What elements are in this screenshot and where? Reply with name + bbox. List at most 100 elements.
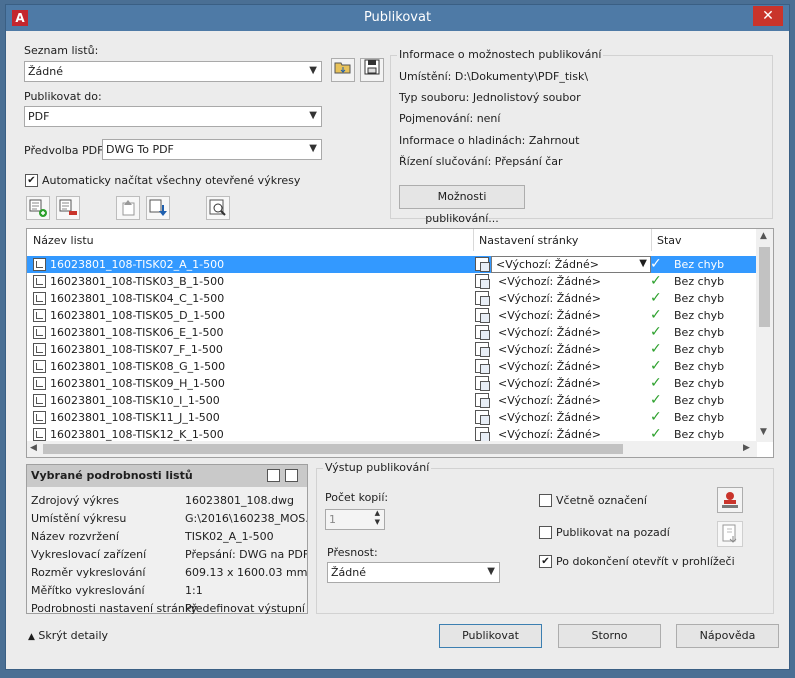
- sheet-name: 16023801_108-TISK11_J_1-500: [50, 411, 220, 424]
- move-sheet-up-button[interactable]: [116, 196, 140, 220]
- close-button[interactable]: ✕: [753, 6, 783, 26]
- page-setup-icon: [475, 291, 490, 306]
- scroll-right-icon[interactable]: ▶: [743, 443, 750, 453]
- detail-value: 16023801_108.dwg: [185, 494, 294, 507]
- column-divider[interactable]: [651, 229, 652, 251]
- column-header-page-setup[interactable]: Nastavení stránky: [479, 234, 578, 247]
- info-layer-info: Informace o hladinách: Zahrnout: [399, 134, 580, 147]
- move-sheet-down-button[interactable]: [146, 196, 170, 220]
- page-setup-icon: [475, 342, 490, 357]
- open-folder-icon: [334, 62, 351, 74]
- sheet-name: 16023801_108-TISK06_E_1-500: [50, 326, 224, 339]
- include-stamp-checkbox[interactable]: [539, 494, 552, 507]
- copies-stepper[interactable]: 1 ▲ ▼: [325, 509, 385, 530]
- details-preview-icon[interactable]: [285, 469, 298, 482]
- publish-to-select[interactable]: PDF ▼: [24, 106, 322, 127]
- detail-key: Rozměr vykreslování: [31, 566, 146, 579]
- copies-label: Počet kopií:: [325, 491, 389, 504]
- sheet-icon: [33, 428, 46, 441]
- detail-value: Přepsání: DWG na PDF: [185, 548, 307, 561]
- precision-select[interactable]: Žádné ▼: [327, 562, 500, 583]
- column-header-status[interactable]: Stav: [657, 234, 682, 247]
- column-divider[interactable]: [473, 229, 474, 251]
- page-setup-value: <Výchozí: Žádné>: [498, 275, 601, 288]
- detail-key: Vykreslovací zařízení: [31, 548, 147, 561]
- vertical-scrollbar[interactable]: ▲ ▼: [756, 229, 773, 442]
- add-sheets-button[interactable]: [26, 196, 50, 220]
- page-setup-dropdown[interactable]: <Výchozí: Žádné> ▼: [491, 256, 651, 273]
- sheet-icon: [33, 258, 46, 271]
- sheet-status: Bez chyb: [674, 258, 725, 271]
- publish-info-title: Informace o možnostech publikování: [397, 48, 604, 61]
- scrollbar-thumb[interactable]: [43, 444, 623, 454]
- status-check-icon: ✓: [650, 273, 662, 289]
- status-check-icon: ✓: [650, 307, 662, 323]
- sheet-status: Bez chyb: [674, 428, 725, 441]
- sheet-name: 16023801_108-TISK10_I_1-500: [50, 394, 220, 407]
- detail-value: G:\2016\160238_MOS...: [185, 512, 307, 525]
- publish-button[interactable]: Publikovat: [439, 624, 542, 648]
- save-sheet-list-button[interactable]: [360, 58, 384, 82]
- info-file-type: Typ souboru: Jednolistový soubor: [399, 91, 581, 104]
- table-row[interactable]: 16023801_108-TISK04_C_1-500 <Výchozí: Žá…: [27, 290, 757, 307]
- page-setup-icon: [475, 359, 490, 374]
- load-sheet-list-button[interactable]: [331, 58, 355, 82]
- cancel-button[interactable]: Storno: [558, 624, 661, 648]
- auto-load-checkbox[interactable]: ✔: [25, 174, 38, 187]
- table-row[interactable]: 16023801_108-TISK07_F_1-500 <Výchozí: Žá…: [27, 341, 757, 358]
- background-publish-checkbox[interactable]: [539, 526, 552, 539]
- move-up-icon: [122, 200, 135, 216]
- page-setup-icon: [475, 427, 490, 442]
- stepper-down-icon[interactable]: ▼: [375, 518, 380, 526]
- publish-to-label: Publikovat do:: [24, 90, 102, 103]
- status-check-icon: ✓: [650, 375, 662, 391]
- table-row[interactable]: 16023801_108-TISK12_K_1-500 <Výchozí: Žá…: [27, 426, 757, 442]
- info-location: Umístění: D:\Dokumenty\PDF_tisk\: [399, 70, 589, 83]
- sheet-list-table[interactable]: Název listu Nastavení stránky Stav 16023…: [26, 228, 774, 458]
- move-down-icon: [149, 199, 167, 216]
- stepper-up-icon[interactable]: ▲: [375, 509, 380, 517]
- publish-output-title: Výstup publikování: [323, 461, 432, 474]
- hide-details-link[interactable]: ▲ Skrýt detaily: [28, 629, 108, 642]
- table-row[interactable]: 16023801_108-TISK03_B_1-500 <Výchozí: Žá…: [27, 273, 757, 290]
- sheet-icon: [33, 343, 46, 356]
- table-row[interactable]: 16023801_108-TISK08_G_1-500 <Výchozí: Žá…: [27, 358, 757, 375]
- page-setup-value: <Výchozí: Žádné>: [498, 394, 601, 407]
- sheet-list-select[interactable]: Žádné ▼: [24, 61, 322, 82]
- stamp-settings-button[interactable]: [717, 487, 743, 513]
- status-check-icon: ✓: [650, 392, 662, 408]
- detail-value: TISK02_A_1-500: [185, 530, 274, 543]
- page-setup-icon: [475, 410, 490, 425]
- detail-key: Podrobnosti nastavení stránky: [31, 602, 198, 615]
- sheet-name: 16023801_108-TISK09_H_1-500: [50, 377, 225, 390]
- page-setup-value: <Výchozí: Žádné>: [498, 309, 601, 322]
- remove-sheets-button[interactable]: [56, 196, 80, 220]
- help-button[interactable]: Nápověda: [676, 624, 779, 648]
- open-viewer-checkbox[interactable]: ✔: [539, 555, 552, 568]
- preview-button[interactable]: [206, 196, 230, 220]
- sheet-status: Bez chyb: [674, 394, 725, 407]
- column-header-sheet-name[interactable]: Název listu: [33, 234, 94, 247]
- background-settings-button[interactable]: [717, 521, 743, 547]
- table-row[interactable]: 16023801_108-TISK06_E_1-500 <Výchozí: Žá…: [27, 324, 757, 341]
- chevron-down-icon: ▼: [309, 110, 317, 121]
- table-row[interactable]: 16023801_108-TISK11_J_1-500 <Výchozí: Žá…: [27, 409, 757, 426]
- scroll-up-icon[interactable]: ▲: [760, 231, 767, 241]
- table-row[interactable]: 16023801_108-TISK05_D_1-500 <Výchozí: Žá…: [27, 307, 757, 324]
- detail-value: 609.13 x 1600.03 mm ...: [185, 566, 307, 579]
- table-header: Název listu Nastavení stránky Stav: [27, 229, 757, 251]
- table-row[interactable]: 16023801_108-TISK09_H_1-500 <Výchozí: Žá…: [27, 375, 757, 392]
- detail-key: Měřítko vykreslování: [31, 584, 145, 597]
- horizontal-scrollbar[interactable]: ◀ ▶: [27, 441, 757, 457]
- scroll-left-icon[interactable]: ◀: [30, 443, 37, 453]
- triangle-up-icon: ▲: [28, 632, 35, 642]
- pdf-preset-select[interactable]: DWG To PDF ▼: [102, 139, 322, 160]
- table-row[interactable]: 16023801_108-TISK10_I_1-500 <Výchozí: Žá…: [27, 392, 757, 409]
- publish-options-button[interactable]: Možnosti publikování...: [399, 185, 525, 225]
- page-setup-value: <Výchozí: Žádné>: [498, 343, 601, 356]
- details-list-icon[interactable]: [267, 469, 280, 482]
- scroll-down-icon[interactable]: ▼: [760, 427, 767, 437]
- chevron-down-icon: ▼: [309, 143, 317, 154]
- scrollbar-thumb[interactable]: [759, 247, 770, 327]
- table-row[interactable]: 16023801_108-TISK02_A_1-500 <Výchozí: Žá…: [27, 256, 757, 273]
